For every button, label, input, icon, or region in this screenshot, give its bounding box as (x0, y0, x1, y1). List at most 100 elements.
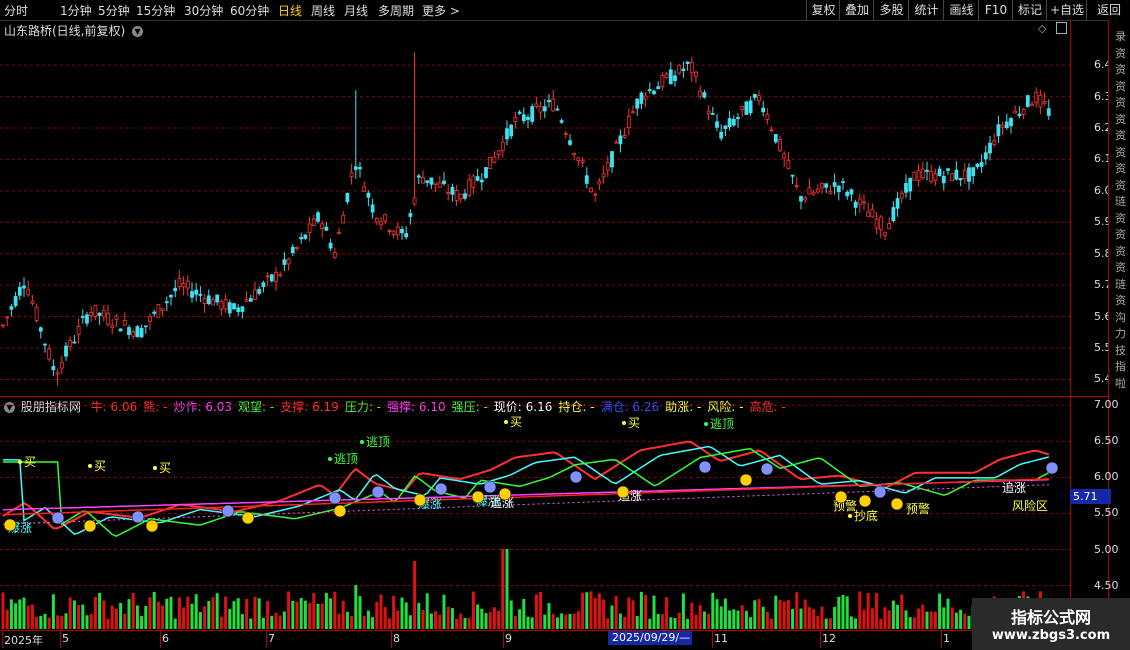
smiley-icon (51, 511, 65, 525)
signal-dot (848, 514, 852, 518)
indicator-tick-label: 6.50 (1094, 434, 1119, 448)
right-panel-char: 资 (1115, 162, 1126, 175)
volume-bar (22, 597, 26, 629)
volume-bar (5, 609, 9, 629)
indicator-tick-label: 5.50 (1094, 506, 1119, 520)
volume-bar (379, 594, 383, 629)
volume-bar (879, 618, 883, 629)
smiley-icon (434, 482, 448, 496)
main-right-axis (1070, 20, 1071, 630)
smiley-icon (328, 491, 342, 505)
date-tick-label: 5 (62, 632, 69, 645)
volume-bar (56, 615, 60, 629)
volume-bar (644, 595, 648, 629)
volume-bar (203, 606, 207, 629)
volume-bar (883, 607, 887, 629)
smiley-icon (413, 493, 427, 507)
volume-bar (81, 604, 85, 629)
volume-bar (614, 596, 618, 629)
signal-label: 买 (628, 416, 640, 430)
volume-bar (929, 611, 933, 629)
toolbar-button-8[interactable]: 返回 (1086, 0, 1130, 20)
date-tick-label: 9 (505, 632, 512, 645)
volume-bar (459, 613, 463, 629)
volume-bar (749, 617, 753, 629)
smiley-icon (890, 497, 904, 511)
volume-bar (211, 597, 215, 629)
volume-bar (152, 591, 156, 629)
right-panel-char: 啦 (1115, 376, 1126, 390)
smiley-icon (616, 485, 630, 499)
right-panel-char: 沟 (1115, 310, 1126, 324)
volume-bar (702, 611, 706, 629)
volume-bar (908, 617, 912, 629)
volume-bar (455, 618, 459, 629)
right-panel-char: 资 (1115, 228, 1126, 241)
smiley-icon (873, 485, 887, 499)
volume-bar (954, 612, 958, 629)
right-info-panel[interactable]: 录资资资资资资资资资琏资资资资琏资沟力技指啦 (1108, 20, 1130, 630)
volume-bar (245, 598, 249, 629)
volume-bar (39, 615, 43, 629)
volume-bar (341, 600, 345, 629)
date-tick (820, 630, 821, 648)
date-tick-label: 6 (162, 632, 169, 645)
smiley-icon (739, 473, 753, 487)
volume-bar (257, 598, 261, 629)
volume-bar (43, 613, 47, 629)
volume-bar (484, 613, 488, 629)
volume-bar (417, 602, 421, 629)
watermark: 指标公式网 www.zbgs3.com (972, 598, 1130, 650)
volume-bar (753, 600, 757, 629)
signal-label: 逃顶 (710, 417, 734, 431)
signal-dot (328, 457, 332, 461)
volume-bar (421, 610, 425, 629)
right-panel-char: 技 (1115, 343, 1126, 357)
volume-bar (261, 617, 265, 629)
smiley-icon (471, 490, 485, 504)
volume-bar (26, 605, 30, 629)
smiley-icon (569, 470, 583, 484)
indicator-tick-label: 4.50 (1094, 578, 1119, 592)
volume-bar (518, 609, 522, 629)
volume-bar (144, 605, 148, 629)
volume-bar (156, 601, 160, 629)
date-tick (160, 630, 161, 648)
volume-bar (371, 617, 375, 629)
current-price-box: 5.71 (1070, 489, 1111, 504)
volume-bar (967, 615, 971, 629)
volume-bar (576, 611, 580, 629)
volume-bar (820, 606, 824, 629)
volume-bar (85, 615, 89, 629)
volume-bar (513, 615, 517, 629)
right-panel-char: 琏 (1115, 195, 1126, 208)
date-tick-label: 11 (714, 632, 728, 645)
volume-bar (774, 595, 778, 629)
volume-bar (425, 593, 429, 629)
indicator-chart[interactable]: 买买买逃顶逃顶买买逃顶爆涨爆涨 爆涨追涨 追涨预警抄底 预警追涨风险区 (0, 0, 1070, 630)
volume-bar (757, 599, 761, 629)
signal-dot (504, 420, 508, 424)
volume-bar (765, 611, 769, 629)
volume-bar (665, 597, 669, 629)
volume-bar (791, 608, 795, 629)
volume-bar (732, 609, 736, 629)
volume-bar (568, 614, 572, 629)
volume-bar (917, 608, 921, 629)
volume-bar (824, 618, 828, 629)
volume-bar (799, 608, 803, 629)
right-panel-char: 资 (1115, 46, 1126, 60)
date-tick (503, 630, 504, 648)
volume-bar (900, 594, 904, 629)
volume-bar (434, 611, 438, 629)
smiley-icon (858, 494, 872, 508)
volume-bar (274, 612, 278, 629)
volume-bar (581, 592, 585, 629)
volume-bar (308, 602, 312, 629)
smiley-icon (698, 460, 712, 474)
volume-bar (114, 608, 118, 629)
volume-bar (648, 618, 652, 629)
volume-bar (635, 615, 639, 629)
smiley-icon (498, 487, 512, 501)
volume-bar (841, 594, 845, 629)
